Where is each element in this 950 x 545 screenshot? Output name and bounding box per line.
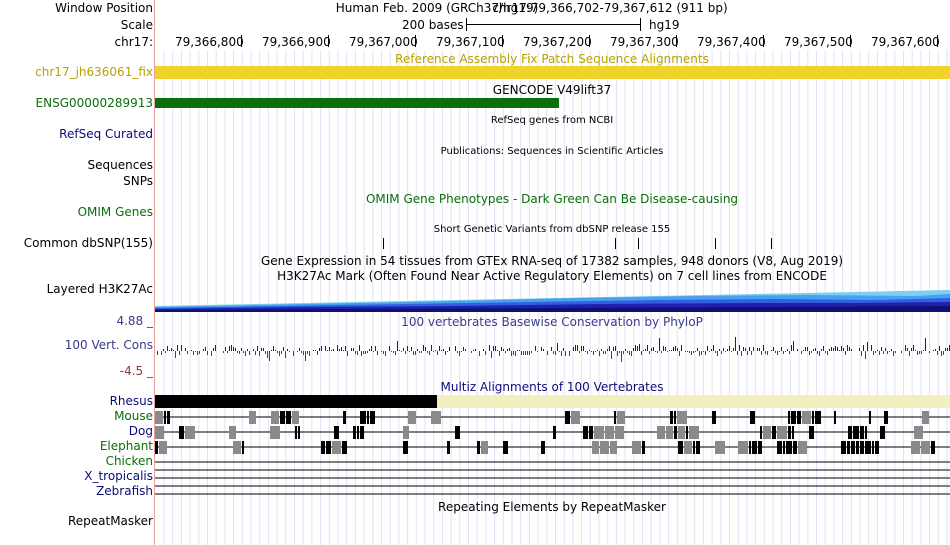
multiz-title: Multiz Alignments of 100 Vertebrates — [440, 380, 664, 394]
gtex-title: Gene Expression in 54 tissues from GTEx … — [260, 254, 844, 268]
snp-mark[interactable] — [771, 238, 772, 249]
cons-title: 100 vertebrates Basewise Conservation by… — [401, 315, 703, 329]
ruler-tick-label: 79,367,100 — [436, 35, 505, 49]
refseq-label[interactable]: RefSeq Curated — [59, 127, 153, 141]
scale-bar-right-end — [640, 18, 641, 31]
omim-title: OMIM Gene Phenotypes - Dark Green Can Be… — [365, 192, 739, 206]
scale-bar-left-end — [466, 18, 467, 31]
db-text: hg19 — [649, 18, 680, 32]
ruler-tick-label: 79,367,400 — [697, 35, 766, 49]
ruler-tick-label: 79,367,200 — [523, 35, 592, 49]
pubs-title: Publications: Sequences in Scientific Ar… — [440, 146, 664, 157]
fix-patch-title: Reference Assembly Fix Patch Sequence Al… — [395, 52, 709, 66]
ruler-tick-label: 79,366,800 — [175, 35, 244, 49]
cons-min-label: -4.5 _ — [119, 364, 153, 378]
species-elephant[interactable]: Elephant — [100, 439, 153, 453]
ruler-tick-label: 79,366,900 — [262, 35, 331, 49]
scale-label: Scale — [120, 18, 153, 32]
h3k27ac-label[interactable]: Layered H3K27Ac — [47, 282, 153, 296]
gencode-gene-bar[interactable] — [155, 98, 559, 108]
cons-wiggle[interactable] — [155, 330, 950, 380]
multiz-alignments[interactable] — [155, 394, 950, 499]
window-position-label: Window Position — [55, 1, 153, 15]
ruler-tick-label: 79,367,000 — [349, 35, 418, 49]
ruler-tick-label: 79,367,300 — [610, 35, 679, 49]
omim-label[interactable]: OMIM Genes — [78, 205, 153, 219]
chrom-label: chr17: — [114, 35, 153, 49]
cons-label[interactable]: 100 Vert. Cons — [65, 338, 153, 352]
gencode-title: GENCODE V49lift37 — [492, 83, 612, 97]
scale-bar — [466, 24, 641, 25]
species-chicken[interactable]: Chicken — [106, 454, 153, 468]
dbsnp-label[interactable]: Common dbSNP(155) — [24, 236, 153, 250]
h3k27ac-title: H3K27Ac Mark (Often Found Near Active Re… — [277, 269, 827, 283]
h3k27ac-signal[interactable] — [155, 284, 950, 312]
species-dog[interactable]: Dog — [129, 424, 153, 438]
pubs-sequences-label[interactable]: Sequences — [88, 158, 153, 172]
ruler-tick-label: 79,367,600 — [871, 35, 940, 49]
snp-mark[interactable] — [715, 238, 716, 249]
gencode-label[interactable]: ENSG00000289913 — [36, 96, 153, 110]
rmsk-title: Repeating Elements by RepeatMasker — [438, 500, 666, 514]
dbsnp-title: Short Genetic Variants from dbSNP releas… — [433, 224, 671, 235]
scale-text: 200 bases — [402, 18, 464, 32]
fix-patch-bar[interactable] — [155, 66, 950, 79]
species-zebrafish[interactable]: Zebrafish — [96, 484, 153, 498]
refseq-title: RefSeq genes from NCBI — [490, 115, 614, 126]
species-mouse[interactable]: Mouse — [114, 409, 153, 423]
fix-patch-label[interactable]: chr17_jh636061_fix — [35, 65, 153, 79]
species-x-tropicalis[interactable]: X_tropicalis — [84, 469, 153, 483]
ruler-tick-label: 79,367,500 — [784, 35, 853, 49]
position-text: chr17:79,366,702-79,367,612 (911 bp) — [492, 1, 728, 15]
browser-image[interactable]: Human Feb. 2009 (GRCh37/hg19) chr17:79,3… — [155, 0, 950, 545]
pubs-snps-label[interactable]: SNPs — [123, 174, 153, 188]
rmsk-label[interactable]: RepeatMasker — [68, 514, 153, 528]
snp-mark[interactable] — [638, 238, 639, 249]
cons-max-label: 4.88 _ — [116, 314, 153, 328]
species-rhesus[interactable]: Rhesus — [110, 394, 153, 408]
snp-mark[interactable] — [615, 238, 616, 249]
snp-mark[interactable] — [383, 238, 384, 249]
